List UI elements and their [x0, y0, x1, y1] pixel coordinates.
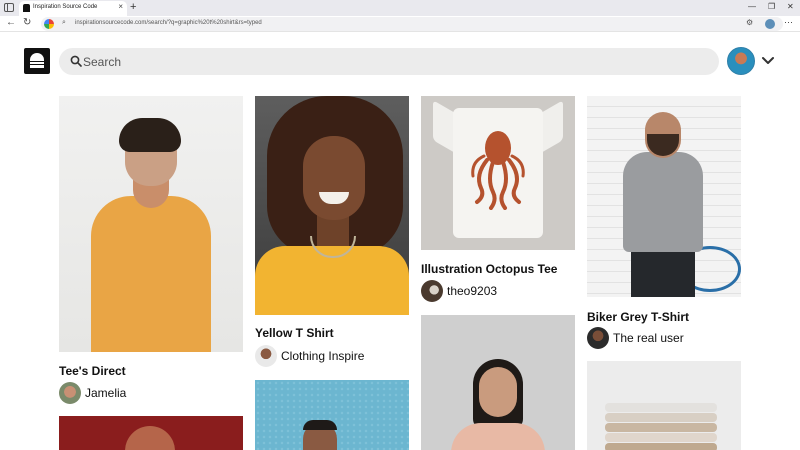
- pin-title[interactable]: Yellow T Shirt: [255, 326, 334, 340]
- sidebar-toggle-icon[interactable]: [4, 3, 14, 12]
- chevron-down-icon[interactable]: [760, 50, 776, 70]
- search-icon: ⌕: [62, 19, 66, 26]
- pin-image-octopus-tee[interactable]: [421, 96, 575, 250]
- author-name: Clothing Inspire: [281, 349, 365, 363]
- browser-tab[interactable]: Inspiration Source Code ×: [19, 1, 127, 16]
- pin-image-red[interactable]: [59, 416, 243, 450]
- search-input[interactable]: [83, 48, 683, 75]
- pin-image-smiling-woman[interactable]: [421, 315, 575, 450]
- author-name: theo9203: [447, 284, 498, 298]
- pin-image-yellow-t-shirt[interactable]: [255, 96, 409, 315]
- browser-toolbar: ← ↻ ⌕ inspirationsourcecode.com/search/?…: [0, 16, 800, 32]
- address-bar[interactable]: ⌕ inspirationsourcecode.com/search/?q=gr…: [41, 17, 793, 31]
- url-text[interactable]: inspirationsourcecode.com/search/?q=grap…: [75, 20, 262, 26]
- avatar: [255, 345, 277, 367]
- extensions-icon[interactable]: ⚙: [746, 18, 753, 27]
- avatar: [587, 327, 609, 349]
- search-icon: [70, 55, 82, 67]
- pin-image-folded-shirts[interactable]: [587, 361, 741, 450]
- pin-author[interactable]: The real user: [587, 326, 684, 350]
- author-name: Jamelia: [85, 386, 127, 400]
- octopus-graphic: [471, 131, 525, 210]
- pin-image-blue[interactable]: [255, 380, 409, 450]
- pin-title[interactable]: Biker Grey T-Shirt: [587, 310, 689, 324]
- search-bar[interactable]: [59, 48, 719, 75]
- pin-image-tees-direct[interactable]: [59, 96, 243, 352]
- user-avatar[interactable]: [727, 47, 755, 75]
- new-tab-button[interactable]: +: [130, 1, 136, 13]
- tab-close-icon[interactable]: ×: [118, 3, 123, 11]
- pin-title[interactable]: Tee's Direct: [59, 364, 126, 378]
- pin-author[interactable]: Jamelia: [59, 381, 126, 405]
- back-button[interactable]: ←: [6, 17, 16, 29]
- pin-author[interactable]: theo9203: [421, 279, 497, 303]
- avatar: [421, 280, 443, 302]
- avatar: [59, 382, 81, 404]
- pin-author[interactable]: Clothing Inspire: [255, 344, 364, 368]
- more-menu-icon[interactable]: ⋯: [784, 17, 793, 28]
- browser-profile-avatar[interactable]: [765, 19, 775, 29]
- site-info-icon[interactable]: [44, 19, 54, 29]
- close-window-button[interactable]: ✕: [787, 2, 794, 12]
- tab-title: Inspiration Source Code: [33, 4, 98, 10]
- browser-tab-bar: Inspiration Source Code × + — ❐ ✕: [0, 0, 800, 16]
- pin-image-biker-grey-t-shirt[interactable]: [587, 96, 741, 297]
- minimize-button[interactable]: —: [748, 2, 756, 12]
- site-logo[interactable]: [24, 48, 50, 74]
- site-favicon-icon: [23, 4, 30, 12]
- pin-title[interactable]: Illustration Octopus Tee: [421, 262, 557, 276]
- maximize-button[interactable]: ❐: [768, 2, 775, 12]
- author-name: The real user: [613, 331, 684, 345]
- reload-button[interactable]: ↻: [23, 17, 31, 29]
